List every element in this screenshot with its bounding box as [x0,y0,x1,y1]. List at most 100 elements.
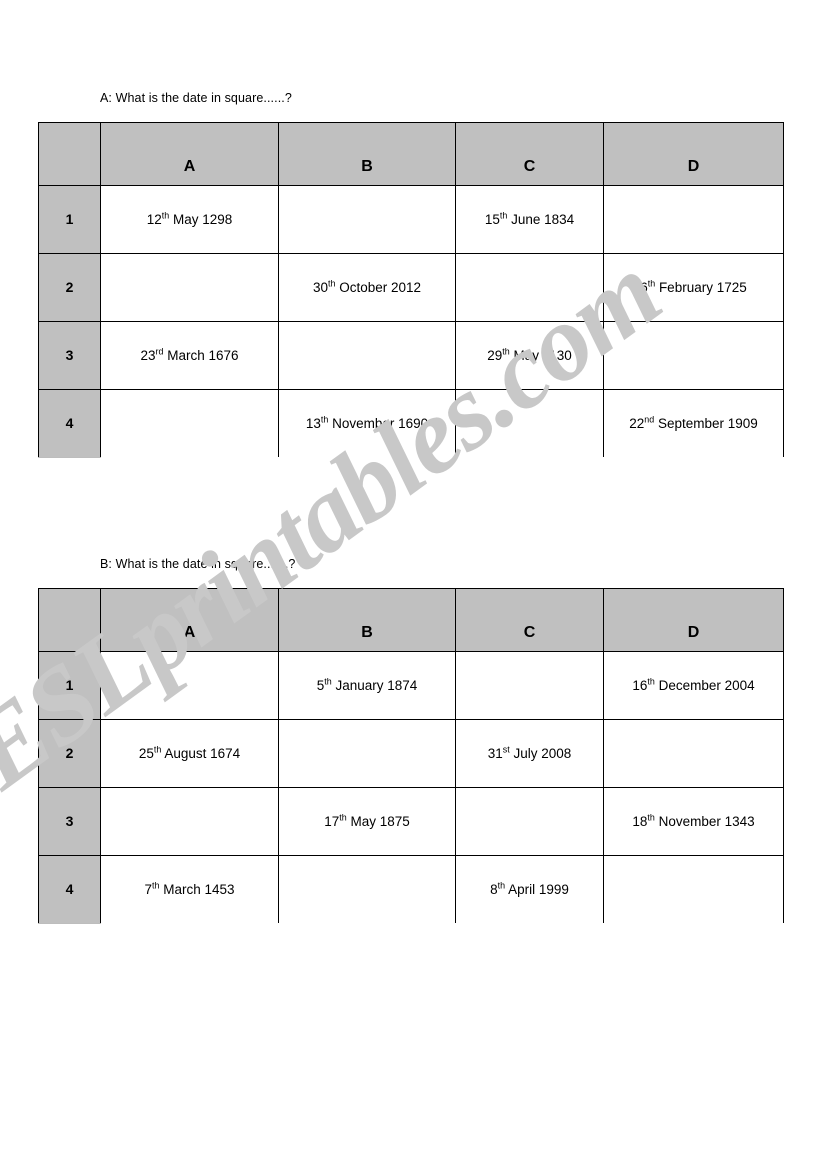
cell-c2[interactable] [455,253,604,322]
ordinal-suffix: th [152,880,160,891]
column-header-a: A [100,122,279,186]
grid-corner-cell [38,588,101,652]
cell-date-text: 6th February 1725 [640,278,747,295]
cell-a1[interactable]: 12th May 1298 [100,185,279,254]
grid-wrap-a: A B C D 1 12th May 1298 15th June 1834 2 30th Oc… [38,122,784,458]
prompt-b: B: What is the date in square.......? [100,557,296,571]
ordinal-suffix: th [153,744,162,755]
ordinal-suffix: th [647,278,656,289]
date-grid-b: A B C D 1 5th January 1874 16th December 2004 2… [38,588,784,924]
cell-b3[interactable]: 17th May 1875 [278,787,456,856]
cell-a3[interactable] [100,787,279,856]
cell-c1[interactable]: 15th June 1834 [455,185,604,254]
cell-date-text: 15th June 1834 [484,210,575,227]
cell-b2[interactable] [278,719,456,788]
cell-date-text: 25th August 1674 [138,744,241,761]
cell-date-text: 8th April 1999 [490,880,569,897]
column-header-b: B [278,122,456,186]
cell-c1[interactable] [455,651,604,720]
cell-c4[interactable] [455,389,604,458]
worksheet-page: ESLprintables.com A: What is the date in… [0,0,821,1169]
cell-b3[interactable] [278,321,456,390]
cell-date-text: 7th March 1453 [144,880,235,897]
cell-d1[interactable] [603,185,784,254]
cell-a1[interactable] [100,651,279,720]
grid-header-row: ABCD [38,122,784,186]
ordinal-suffix: th [320,414,329,425]
table-row: 3 17th May 1875 18th November 1343 [38,787,784,856]
cell-c2[interactable]: 31st July 2008 [455,719,604,788]
cell-date-text: 13th November 1690 [305,414,429,431]
cell-date-text: 17th May 1875 [324,812,410,829]
cell-d3[interactable] [603,321,784,390]
cell-date-text: 30th October 2012 [312,278,422,295]
ordinal-suffix: th [324,676,332,687]
cell-date-text: 5th January 1874 [316,676,418,693]
row-number-1: 1 [38,651,101,720]
column-header-a: A [100,588,279,652]
column-header-b: B [278,588,456,652]
cell-date-text: 23rd March 1676 [140,346,239,363]
cell-c4[interactable]: 8th April 1999 [455,855,604,924]
cell-d1[interactable]: 16th December 2004 [603,651,784,720]
table-row: 2 30th October 2012 6th February 1725 [38,253,784,322]
table-row: 3 23rd March 1676 29th May 1130 [38,321,784,390]
cell-a4[interactable] [100,389,279,458]
ordinal-suffix: th [502,346,510,357]
cell-date-text: 29th May 1130 [487,346,572,363]
ordinal-suffix: th [328,278,336,289]
row-number-4: 4 [38,389,101,458]
section-a: A: What is the date in square......? ABC… [0,88,821,458]
column-header-c: C [455,588,604,652]
ordinal-suffix: th [499,210,508,221]
cell-b1[interactable]: 5th January 1874 [278,651,456,720]
cell-date-text: 22nd September 1909 [629,414,758,431]
cell-d4[interactable] [603,855,784,924]
cell-a2[interactable]: 25th August 1674 [100,719,279,788]
cell-b4[interactable]: 13th November 1690 [278,389,456,458]
cell-d2[interactable] [603,719,784,788]
cell-a3[interactable]: 23rd March 1676 [100,321,279,390]
cell-b1[interactable] [278,185,456,254]
row-number-4: 4 [38,855,101,924]
ordinal-suffix: rd [155,346,164,357]
row-number-1: 1 [38,185,101,254]
row-number-2: 2 [38,253,101,322]
ordinal-suffix: th [161,210,170,221]
ordinal-suffix: st [502,744,510,755]
cell-c3[interactable] [455,787,604,856]
table-row: 4 13th November 1690 22nd September 1909 [38,389,784,458]
cell-date-text: 31st July 2008 [487,744,572,761]
grid-wrap-b: A B C D 1 5th January 1874 16th December 2004 2… [38,588,784,924]
cell-b4[interactable] [278,855,456,924]
ordinal-suffix: nd [644,414,655,425]
ordinal-suffix: th [339,812,347,823]
cell-a4[interactable]: 7th March 1453 [100,855,279,924]
date-grid-a: A B C D 1 12th May 1298 15th June 1834 2 30th Oc… [38,122,784,458]
cell-d2[interactable]: 6th February 1725 [603,253,784,322]
ordinal-suffix: th [497,880,506,891]
ordinal-suffix: th [647,812,655,823]
cell-c3[interactable]: 29th May 1130 [455,321,604,390]
column-header-d: D [603,122,784,186]
table-row: 2 25th August 1674 31st July 2008 [38,719,784,788]
cell-b2[interactable]: 30th October 2012 [278,253,456,322]
table-row: 4 7th March 1453 8th April 1999 [38,855,784,924]
table-row: 1 12th May 1298 15th June 1834 [38,185,784,254]
grid-header-row: ABCD [38,588,784,652]
cell-d3[interactable]: 18th November 1343 [603,787,784,856]
prompt-a: A: What is the date in square......? [100,91,292,105]
grid-corner-cell [38,122,101,186]
cell-d4[interactable]: 22nd September 1909 [603,389,784,458]
column-header-d: D [603,588,784,652]
ordinal-suffix: th [647,676,655,687]
cell-a2[interactable] [100,253,279,322]
row-number-2: 2 [38,719,101,788]
column-header-c: C [455,122,604,186]
row-number-3: 3 [38,787,101,856]
row-number-3: 3 [38,321,101,390]
cell-date-text: 18th November 1343 [632,812,755,829]
table-row: 1 5th January 1874 16th December 2004 [38,651,784,720]
section-b: B: What is the date in square.......? AB… [0,554,821,924]
cell-date-text: 16th December 2004 [632,676,755,693]
